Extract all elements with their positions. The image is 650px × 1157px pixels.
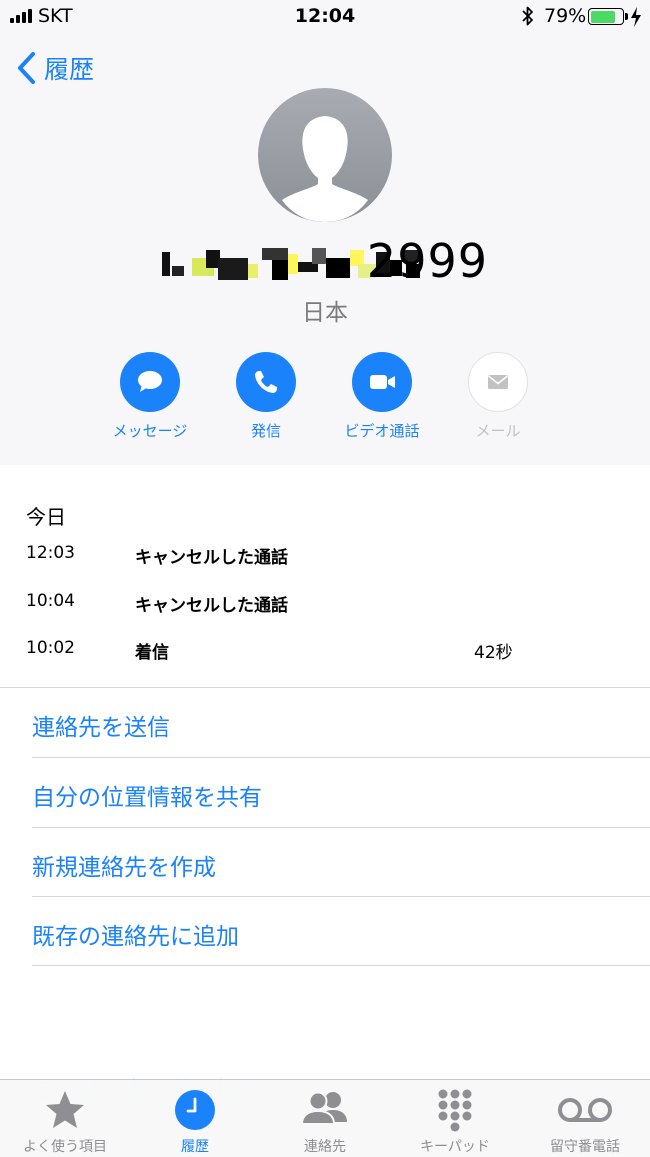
status-bar: SKT 12:04 79%	[0, 0, 650, 34]
video-call-button[interactable]: ビデオ通話	[322, 352, 442, 441]
chevron-left-icon	[18, 52, 35, 84]
bluetooth-icon	[522, 6, 533, 26]
back-label: 履歴	[44, 55, 95, 84]
phone-number-visible-digits: 2999	[366, 234, 488, 288]
battery-percent: 79%	[544, 5, 587, 27]
history-duration: 42秒	[474, 643, 513, 663]
tab-favorites[interactable]: よく使う項目	[0, 1080, 130, 1157]
tab-contacts[interactable]: 連絡先	[260, 1080, 390, 1157]
option-label: 既存の連絡先に追加	[32, 924, 239, 950]
history-row: 10:04 キャンセルした通話	[0, 591, 650, 619]
tab-voicemail[interactable]: 留守番電話	[520, 1080, 650, 1157]
clock-icon	[175, 1090, 215, 1130]
option-label: 連絡先を送信	[32, 715, 170, 741]
tab-label: 連絡先	[304, 1139, 346, 1155]
mail-button: メール	[438, 352, 558, 441]
phone-number[interactable]: 2999	[150, 234, 500, 290]
history-time: 12:03	[26, 543, 75, 563]
person-silhouette-icon	[282, 116, 368, 222]
option-label: 新規連絡先を作成	[32, 855, 216, 881]
message-label: メッセージ	[112, 422, 188, 440]
send-contact-option[interactable]: 連絡先を送信	[32, 688, 650, 758]
tab-recents[interactable]: 履歴	[130, 1080, 260, 1157]
add-to-existing-contact-option[interactable]: 既存の連絡先に追加	[32, 897, 650, 967]
keypad-icon	[438, 1089, 472, 1132]
video-camera-icon	[370, 375, 395, 389]
mail-label: メール	[475, 422, 521, 440]
tab-label: 履歴	[181, 1139, 209, 1155]
charging-bolt-icon	[631, 7, 641, 27]
option-label: 自分の位置情報を共有	[32, 785, 262, 811]
tab-label: キーパッド	[420, 1139, 490, 1155]
voicemail-icon	[558, 1098, 612, 1122]
history-kind: 着信	[135, 643, 169, 663]
tab-bar: よく使う項目 履歴 連絡先 キーパッド 留守番電話	[0, 1079, 650, 1157]
contact-info-screen: SKT 12:04 79% 履歴 2999 日本 メッセージ 発信 ビデオ通話 …	[0, 0, 650, 1157]
history-day-label: 今日	[26, 505, 66, 529]
back-button[interactable]: 履歴	[16, 50, 94, 86]
call-button[interactable]: 発信	[206, 352, 326, 441]
share-location-option[interactable]: 自分の位置情報を共有	[32, 758, 650, 828]
battery-icon	[588, 8, 628, 25]
tab-keypad[interactable]: キーパッド	[390, 1080, 520, 1157]
avatar	[258, 88, 392, 222]
message-bubble-icon	[138, 371, 162, 392]
contact-actions: メッセージ 発信 ビデオ通話 メール	[0, 352, 650, 452]
message-button[interactable]: メッセージ	[90, 352, 210, 441]
history-time: 10:04	[26, 591, 75, 611]
tab-label: 留守番電話	[550, 1139, 620, 1155]
contacts-icon	[300, 1091, 347, 1125]
history-row: 12:03 キャンセルした通話	[0, 543, 650, 571]
history-time: 10:02	[26, 638, 75, 658]
phone-number-country: 日本	[302, 300, 348, 326]
video-call-label: ビデオ通話	[344, 422, 420, 440]
history-kind: キャンセルした通話	[135, 548, 288, 568]
phone-icon	[255, 371, 277, 393]
contact-header: SKT 12:04 79% 履歴 2999 日本 メッセージ 発信 ビデオ通話 …	[0, 0, 650, 465]
history-row: 10:02 着信 42秒	[0, 638, 650, 666]
row-divider	[32, 965, 650, 966]
history-kind: キャンセルした通話	[135, 596, 288, 616]
battery-level-fill	[590, 10, 615, 23]
tab-label: よく使う項目	[23, 1139, 107, 1155]
call-label: 発信	[250, 422, 281, 440]
star-icon	[46, 1091, 84, 1128]
create-contact-option[interactable]: 新規連絡先を作成	[32, 828, 650, 898]
envelope-icon	[488, 375, 508, 389]
